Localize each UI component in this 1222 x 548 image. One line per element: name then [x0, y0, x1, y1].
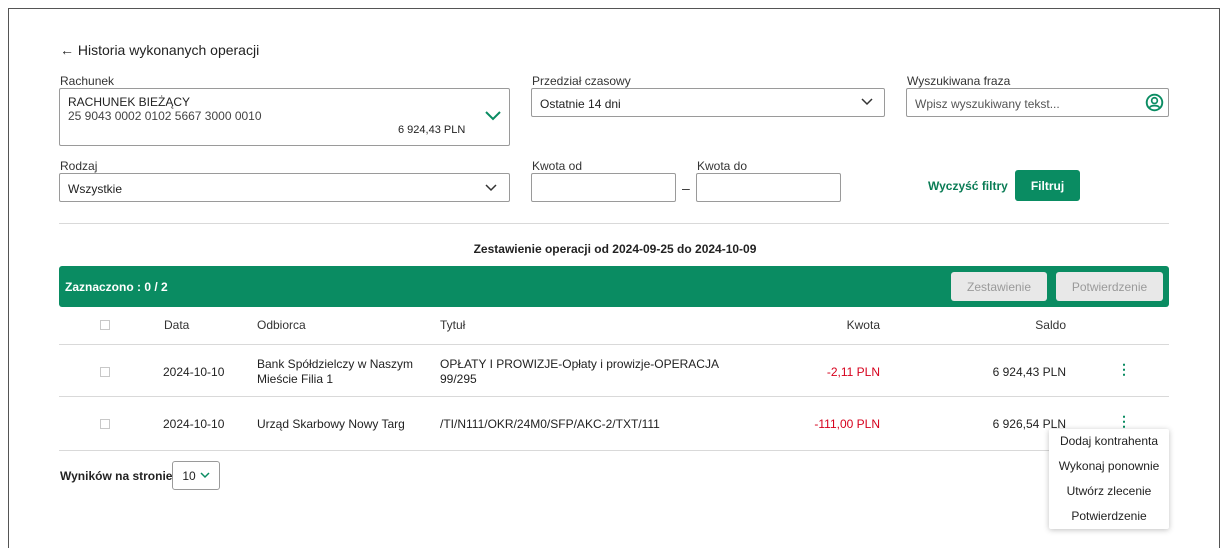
amount-to-label: Kwota do: [697, 159, 748, 173]
col-header-recipient: Odbiorca: [257, 318, 306, 332]
row-checkbox[interactable]: [100, 419, 110, 429]
amount-from-input[interactable]: [531, 173, 676, 202]
statement-button[interactable]: Zestawienie: [951, 272, 1047, 301]
row-title-line1: OPŁATY I PROWIZJE-Opłaty i prowizje-OPER…: [440, 357, 719, 371]
clear-filters-link[interactable]: Wyczyść filtry: [928, 179, 1008, 193]
col-header-title: Tytuł: [440, 318, 466, 332]
chevron-down-icon: [861, 98, 873, 106]
row-recipient-line1: Urząd Skarbowy Nowy Targ: [257, 417, 405, 431]
row-title-line1: /TI/N111/OKR/24M0/SFP/AKC-2/TXT/111: [440, 417, 660, 431]
search-placeholder: Wpisz wyszukiwany tekst...: [915, 97, 1060, 111]
row-divider: [59, 450, 1169, 451]
row-checkbox[interactable]: [100, 367, 110, 377]
row-amount: -111,00 PLN: [814, 417, 880, 431]
row-context-menu: Dodaj kontrahenta Wykonaj ponownie Utwór…: [1049, 429, 1169, 529]
row-date: 2024-10-10: [163, 417, 225, 431]
account-number: 25 9043 0002 0102 5667 3000 0010: [68, 109, 262, 123]
back-link[interactable]: ← Historia wykonanych operacji: [60, 42, 259, 58]
select-all-checkbox[interactable]: [100, 320, 110, 330]
search-input[interactable]: Wpisz wyszukiwany tekst...: [906, 88, 1169, 117]
page-size-select[interactable]: 10: [172, 461, 220, 490]
page-size-label: Wyników na stronie: [60, 469, 173, 483]
account-select[interactable]: RACHUNEK BIEŻĄCY 25 9043 0002 0102 5667 …: [59, 88, 510, 146]
col-header-amount: Kwota: [846, 318, 880, 332]
table-row[interactable]: 2024-10-10 Bank Spółdzielczy w Naszym Mi…: [59, 345, 1169, 396]
kebab-menu-icon[interactable]: ⋮: [1117, 413, 1131, 430]
col-header-balance: Saldo: [1035, 318, 1066, 332]
amount-to-input[interactable]: [696, 173, 841, 202]
period-select[interactable]: Ostatnie 14 dni: [531, 88, 885, 117]
col-header-date: Data: [164, 318, 190, 332]
amount-from-label: Kwota od: [532, 159, 583, 173]
search-label: Wyszukiwana fraza: [907, 74, 1011, 88]
account-name: RACHUNEK BIEŻĄCY: [68, 95, 191, 109]
chevron-down-icon: [485, 111, 501, 121]
menu-item-repeat[interactable]: Wykonaj ponownie: [1049, 453, 1169, 478]
page-size-value: 10: [182, 468, 196, 483]
divider: [59, 223, 1169, 224]
kebab-menu-icon[interactable]: ⋮: [1117, 361, 1131, 378]
account-label: Rachunek: [60, 74, 115, 88]
type-value: Wszystkie: [68, 182, 122, 196]
menu-item-create-order[interactable]: Utwórz zlecenie: [1049, 478, 1169, 503]
selection-count: Zaznaczono : 0 / 2: [65, 280, 168, 294]
type-label: Rodzaj: [60, 159, 98, 173]
chevron-down-icon: [485, 184, 497, 192]
menu-item-confirmation[interactable]: Potwierdzenie: [1049, 503, 1169, 528]
row-recipient-line1: Bank Spółdzielczy w Naszym: [257, 357, 414, 371]
row-amount: -2,11 PLN: [826, 365, 880, 379]
amount-separator: –: [682, 180, 690, 196]
summary-title: Zestawienie operacji od 2024-09-25 do 20…: [473, 242, 757, 256]
row-date: 2024-10-10: [163, 365, 225, 379]
filter-button[interactable]: Filtruj: [1015, 170, 1080, 201]
menu-item-add-contractor[interactable]: Dodaj kontrahenta: [1049, 429, 1169, 453]
row-title-line2: 99/295: [440, 372, 477, 386]
row-recipient-line2: Mieście Filia 1: [257, 372, 334, 386]
confirmation-button[interactable]: Potwierdzenie: [1056, 272, 1163, 301]
row-balance: 6 924,43 PLN: [992, 365, 1066, 379]
chevron-down-icon: [200, 472, 210, 479]
period-label: Przedział czasowy: [532, 74, 631, 88]
period-value: Ostatnie 14 dni: [540, 97, 621, 111]
user-circle-icon[interactable]: [1145, 93, 1164, 112]
type-select[interactable]: Wszystkie: [59, 173, 510, 202]
table-row[interactable]: 2024-10-10 Urząd Skarbowy Nowy Targ /TI/…: [59, 397, 1169, 450]
selection-bar: Zaznaczono : 0 / 2 Zestawienie Potwierdz…: [59, 266, 1169, 307]
account-balance: 6 924,43 PLN: [398, 124, 466, 136]
